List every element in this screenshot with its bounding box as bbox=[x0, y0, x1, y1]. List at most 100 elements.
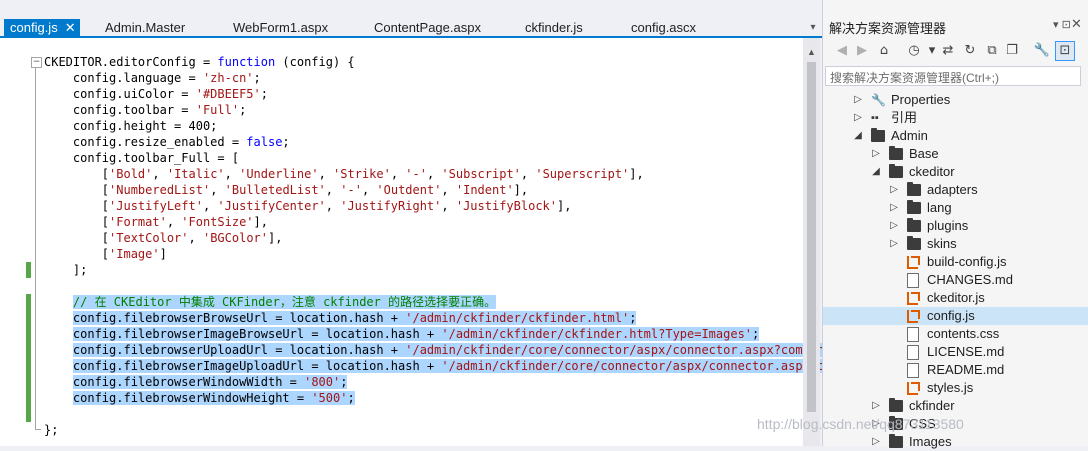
sync-icon[interactable]: ⇄ bbox=[939, 42, 957, 60]
string-token: 'Outdent' bbox=[376, 183, 442, 197]
tree-item-contents-css[interactable]: contents.css bbox=[823, 325, 1088, 343]
tree-item-lang[interactable]: ▷ lang bbox=[823, 199, 1088, 217]
properties-icon[interactable]: 🔧 bbox=[1033, 42, 1051, 60]
tab-webform1-aspx[interactable]: WebForm1.aspx bbox=[233, 19, 328, 38]
tree-item-引用[interactable]: ▷ ▪▪ 引用 bbox=[823, 109, 1088, 127]
string-token: 'JustifyCenter' bbox=[217, 199, 326, 213]
tree-item-label: build-config.js bbox=[927, 254, 1007, 269]
code-token: [ bbox=[44, 215, 110, 229]
close-tab-icon[interactable]: ✕ bbox=[65, 20, 76, 35]
collapsed-arrow-icon[interactable]: ▷ bbox=[889, 181, 899, 199]
tab-overflow-dropdown-icon[interactable]: ▾ bbox=[806, 19, 820, 36]
code-token: (config) { bbox=[275, 55, 355, 69]
collapsed-arrow-icon[interactable]: ▷ bbox=[889, 235, 899, 253]
code-token: , bbox=[152, 167, 167, 181]
tree-item-license-md[interactable]: LICENSE.md bbox=[823, 343, 1088, 361]
tab-config-js[interactable]: config.js ✕ bbox=[4, 19, 80, 38]
tree-item-ckeditor[interactable]: ◢ ckeditor bbox=[823, 163, 1088, 181]
home-icon[interactable]: ⌂ bbox=[875, 42, 893, 60]
code-line: ['Image'] bbox=[44, 246, 803, 262]
collapsed-arrow-icon[interactable]: ▷ bbox=[871, 145, 881, 163]
code-token: , bbox=[441, 183, 456, 197]
code-token: config.language = bbox=[44, 71, 203, 85]
expanded-arrow-icon[interactable]: ◢ bbox=[871, 163, 881, 181]
tab-config-ascx[interactable]: config.ascx bbox=[631, 19, 696, 38]
code-line: config.filebrowserWindowHeight = '500'; bbox=[44, 390, 803, 406]
tree-item-label: config.js bbox=[927, 308, 975, 323]
outline-guide bbox=[35, 62, 36, 430]
solution-search-input[interactable]: 搜索解决方案资源管理器(Ctrl+;) bbox=[825, 66, 1081, 86]
expanded-arrow-icon[interactable]: ◢ bbox=[853, 127, 863, 145]
tree-item-adapters[interactable]: ▷ adapters bbox=[823, 181, 1088, 199]
string-token: 'Image' bbox=[109, 247, 160, 261]
string-token: 'Indent' bbox=[455, 183, 514, 197]
tree-item-plugins[interactable]: ▷ plugins bbox=[823, 217, 1088, 235]
collapse-region-icon[interactable]: − bbox=[31, 57, 42, 68]
tree-item-ckfinder[interactable]: ▷ ckfinder bbox=[823, 397, 1088, 415]
tree-item-label: LICENSE.md bbox=[927, 344, 1005, 359]
collapsed-arrow-icon[interactable]: ▷ bbox=[871, 397, 881, 415]
code-token: config.filebrowserUploadUrl = location.h… bbox=[72, 343, 406, 357]
code-line: CKEDITOR.editorConfig = function (config… bbox=[44, 54, 803, 70]
code-token: ; bbox=[347, 391, 355, 405]
code-line: config.filebrowserImageBrowseUrl = locat… bbox=[44, 326, 803, 342]
code-token: , bbox=[325, 183, 341, 197]
code-token: ; bbox=[260, 87, 268, 101]
refresh-icon[interactable]: ↻ bbox=[961, 42, 979, 60]
close-icon[interactable]: ✕ bbox=[1071, 16, 1082, 32]
code-token: config.filebrowserBrowseUrl = location.h… bbox=[72, 311, 406, 325]
collapsed-arrow-icon[interactable]: ▷ bbox=[889, 217, 899, 235]
code-token: ], bbox=[557, 199, 572, 213]
tree-item-properties[interactable]: ▷ 🔧 Properties bbox=[823, 91, 1088, 109]
string-token: '#DBEEF5' bbox=[195, 87, 261, 101]
preview-icon[interactable]: ⊡ bbox=[1055, 41, 1075, 61]
string-token: 'JustifyRight' bbox=[340, 199, 442, 213]
tree-item-readme-md[interactable]: README.md bbox=[823, 361, 1088, 379]
collapsed-arrow-icon[interactable]: ▷ bbox=[871, 433, 881, 451]
collapse-all-icon[interactable]: ⧉ bbox=[983, 42, 1001, 60]
folder-icon bbox=[907, 218, 921, 232]
pin-icon[interactable]: ▾ ⊡ bbox=[1053, 18, 1071, 31]
collapsed-arrow-icon[interactable]: ▷ bbox=[853, 91, 863, 109]
editor-vertical-scrollbar[interactable]: ▲ bbox=[803, 38, 820, 446]
code-line: config.height = 400; bbox=[44, 118, 803, 134]
back-icon[interactable]: ◀ bbox=[833, 42, 851, 60]
tree-item-changes-md[interactable]: CHANGES.md bbox=[823, 271, 1088, 289]
tree-item-build-config-js[interactable]: build-config.js bbox=[823, 253, 1088, 271]
tab-admin-master[interactable]: Admin.Master bbox=[105, 19, 185, 38]
tab-contentpage-aspx[interactable]: ContentPage.aspx bbox=[374, 19, 481, 38]
tree-item-config-js[interactable]: config.js bbox=[823, 307, 1088, 325]
string-token: 'Full' bbox=[195, 103, 240, 117]
tree-item-ckeditor-js[interactable]: ckeditor.js bbox=[823, 289, 1088, 307]
code-token: , bbox=[188, 231, 203, 245]
string-token: 'TextColor' bbox=[109, 231, 189, 245]
tree-item-images[interactable]: ▷ Images bbox=[823, 433, 1088, 451]
tree-item-styles-js[interactable]: styles.js bbox=[823, 379, 1088, 397]
folder-icon bbox=[907, 182, 921, 196]
tree-item-admin[interactable]: ◢ Admin bbox=[823, 127, 1088, 145]
tab-ckfinder-js[interactable]: ckfinder.js bbox=[525, 19, 583, 38]
scrollbar-thumb[interactable] bbox=[807, 62, 816, 412]
panel-title: 解决方案资源管理器 bbox=[829, 21, 947, 36]
code-token: config.uiColor = bbox=[44, 87, 196, 101]
javascript-file-icon bbox=[907, 382, 920, 395]
history-icon[interactable]: ◷ bbox=[905, 42, 923, 60]
code-token: config.filebrowserWindowHeight = bbox=[72, 391, 312, 405]
code-token: config.toolbar_Full = [ bbox=[44, 151, 240, 165]
string-token: 'NumberedList' bbox=[109, 183, 211, 197]
code-editor[interactable]: − CKEDITOR.editorConfig = function (conf… bbox=[0, 38, 832, 446]
code-token: , bbox=[390, 167, 406, 181]
collapsed-arrow-icon[interactable]: ▷ bbox=[853, 109, 863, 127]
code-line: // 在 CKEditor 中集成 CKFinder，注意 ckfinder 的… bbox=[44, 294, 803, 310]
scroll-up-icon[interactable]: ▲ bbox=[803, 46, 820, 58]
code-token: , bbox=[210, 183, 225, 197]
code-line: config.filebrowserUploadUrl = location.h… bbox=[44, 342, 832, 358]
copy-icon[interactable]: ❐ bbox=[1003, 42, 1021, 60]
tree-item-skins[interactable]: ▷ skins bbox=[823, 235, 1088, 253]
collapsed-arrow-icon[interactable]: ▷ bbox=[889, 199, 899, 217]
string-token: '-' bbox=[405, 167, 427, 181]
code-token: [ bbox=[44, 199, 110, 213]
tree-item-base[interactable]: ▷ Base bbox=[823, 145, 1088, 163]
forward-icon[interactable]: ▶ bbox=[853, 42, 871, 60]
